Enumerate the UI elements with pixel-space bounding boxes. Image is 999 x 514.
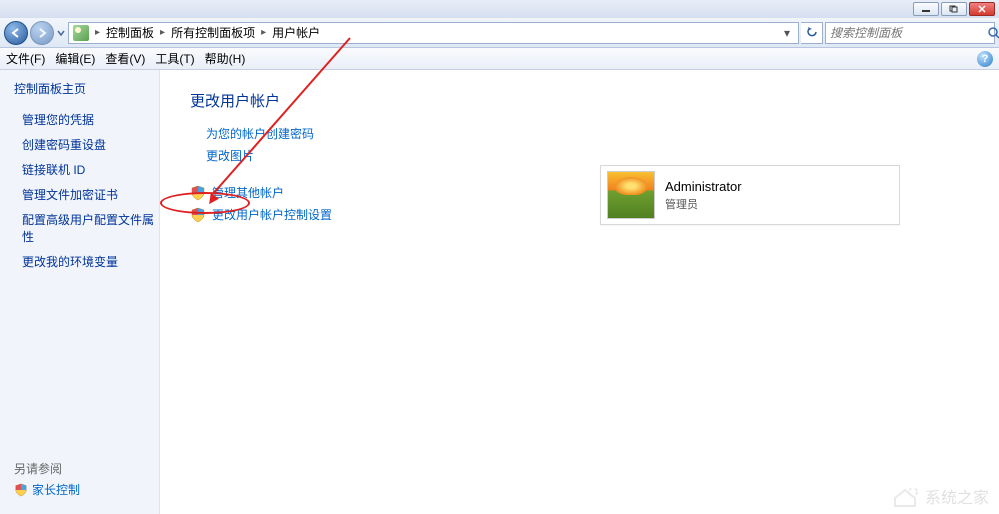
sidebar-link[interactable]: 更改我的环境变量	[22, 253, 159, 270]
sidebar-link[interactable]: 链接联机 ID	[22, 161, 159, 178]
nav-buttons	[4, 21, 66, 45]
body-area: 控制面板主页 管理您的凭据 创建密码重设盘 链接联机 ID 管理文件加密证书 配…	[0, 70, 999, 514]
minimize-button[interactable]	[913, 2, 939, 16]
parental-control-link[interactable]: 家长控制	[32, 481, 80, 498]
search-input[interactable]	[830, 26, 987, 40]
chevron-right-icon: ▸	[93, 27, 102, 38]
address-bar-row: ▸ 控制面板 ▸ 所有控制面板项 ▸ 用户帐户 ▾	[0, 18, 999, 48]
menu-view[interactable]: 查看(V)	[105, 50, 145, 67]
forward-arrow-icon	[36, 27, 48, 39]
chevron-right-icon: ▸	[158, 27, 167, 38]
shield-icon	[14, 483, 28, 497]
back-button[interactable]	[4, 21, 28, 45]
menu-file[interactable]: 文件(F)	[6, 50, 45, 67]
help-icon[interactable]: ?	[977, 51, 993, 67]
control-panel-home-link[interactable]: 控制面板主页	[14, 80, 159, 97]
side-panel: 控制面板主页 管理您的凭据 创建密码重设盘 链接联机 ID 管理文件加密证书 配…	[0, 70, 160, 514]
page-heading: 更改用户帐户	[190, 90, 969, 111]
menu-edit[interactable]: 编辑(E)	[55, 50, 95, 67]
address-bar[interactable]: ▸ 控制面板 ▸ 所有控制面板项 ▸ 用户帐户 ▾	[68, 22, 799, 44]
maximize-icon	[949, 5, 959, 13]
search-box[interactable]	[825, 22, 995, 44]
change-uac-settings-link[interactable]: 更改用户帐户控制设置	[212, 206, 332, 223]
minimize-icon	[921, 5, 931, 13]
change-picture-link[interactable]: 更改图片	[206, 147, 969, 164]
address-dropdown-icon[interactable]: ▾	[780, 26, 794, 40]
account-avatar	[607, 171, 655, 219]
back-arrow-icon	[10, 27, 22, 39]
breadcrumb-item[interactable]: 控制面板	[106, 24, 154, 41]
close-button[interactable]	[969, 2, 995, 16]
create-password-link[interactable]: 为您的帐户创建密码	[206, 125, 969, 142]
refresh-icon	[805, 26, 819, 40]
top-links: 为您的帐户创建密码 更改图片	[206, 125, 969, 164]
menu-help[interactable]: 帮助(H)	[205, 50, 246, 67]
shield-icon	[190, 185, 206, 201]
close-icon	[977, 5, 987, 13]
sidebar-link[interactable]: 配置高级用户配置文件属性	[22, 211, 159, 245]
menu-bar: 文件(F) 编辑(E) 查看(V) 工具(T) 帮助(H) ?	[0, 48, 999, 70]
account-role: 管理员	[665, 196, 742, 212]
sidebar-link[interactable]: 管理您的凭据	[22, 111, 159, 128]
sidebar-link[interactable]: 管理文件加密证书	[22, 186, 159, 203]
control-panel-icon	[73, 25, 89, 41]
breadcrumb-item[interactable]: 所有控制面板项	[171, 24, 255, 41]
side-panel-bottom: 另请参阅 家长控制	[14, 456, 159, 506]
sidebar-link[interactable]: 创建密码重设盘	[22, 136, 159, 153]
shield-icon	[190, 207, 206, 223]
maximize-button[interactable]	[941, 2, 967, 16]
forward-button[interactable]	[30, 21, 54, 45]
account-info: Administrator 管理员	[665, 179, 742, 212]
refresh-button[interactable]	[801, 22, 823, 44]
account-card[interactable]: Administrator 管理员	[600, 165, 900, 225]
search-icon[interactable]	[987, 26, 999, 40]
see-also-label: 另请参阅	[14, 460, 159, 477]
manage-other-accounts-link[interactable]: 管理其他帐户	[212, 184, 284, 201]
account-name: Administrator	[665, 179, 742, 194]
content-area: 更改用户帐户 为您的帐户创建密码 更改图片 管理其他帐户 更改用户帐	[160, 70, 999, 514]
nav-history-dropdown-icon[interactable]	[56, 25, 66, 41]
menu-tools[interactable]: 工具(T)	[155, 50, 194, 67]
breadcrumb-item[interactable]: 用户帐户	[272, 24, 320, 41]
chevron-right-icon: ▸	[259, 27, 268, 38]
window-titlebar	[0, 0, 999, 18]
